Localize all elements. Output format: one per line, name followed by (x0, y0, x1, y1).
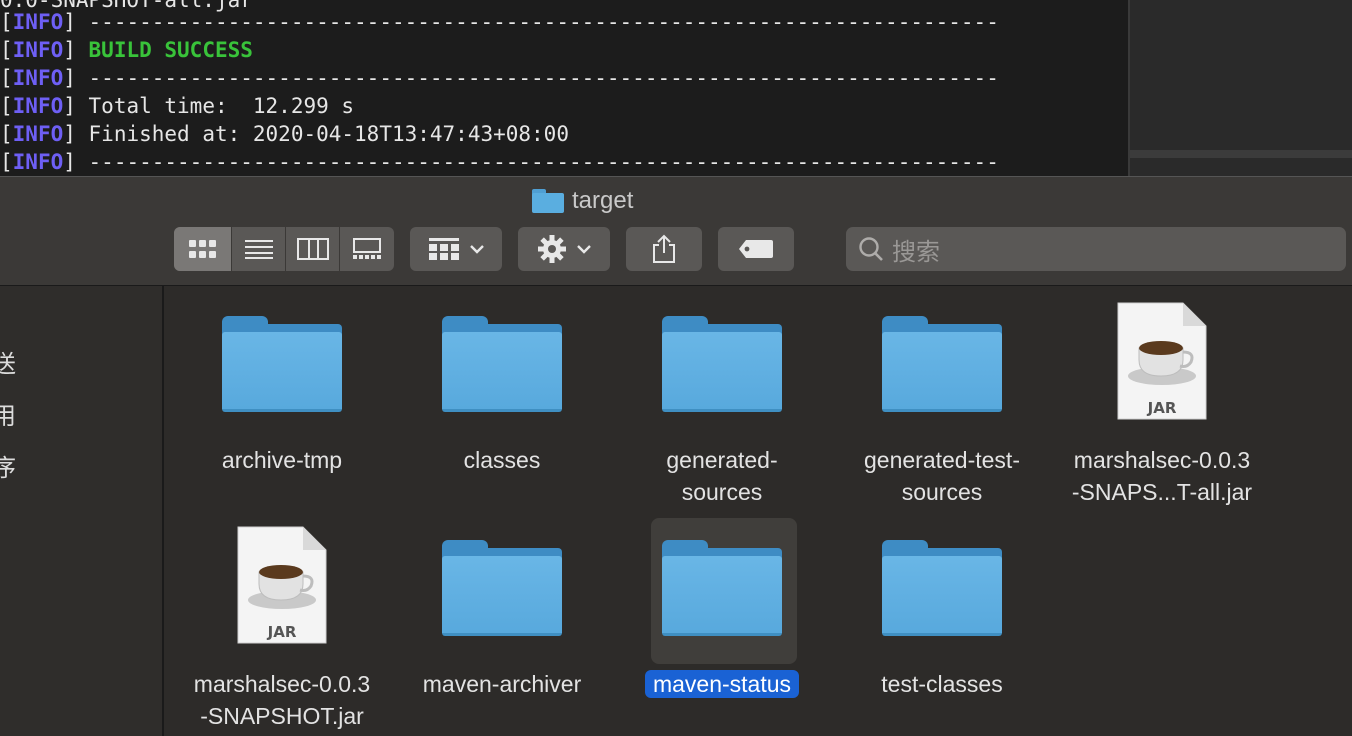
search-placeholder: 搜索 (892, 238, 940, 266)
file-name: generated- (666, 447, 778, 473)
file-grid: archive-tmp classes generated- sources g… (166, 286, 1352, 736)
gallery-view-icon (353, 238, 381, 259)
terminal-line: [INFO] BUILD SUCCESS (0, 38, 253, 62)
folder-icon (882, 316, 1002, 412)
file-item-marshalsec-all-jar[interactable]: JAR marshalsec-0.0.3 -SNAPS...T-all.jar (1052, 302, 1272, 512)
terminal-line: [INFO] ---------------------------------… (0, 150, 999, 174)
share-icon (653, 234, 675, 263)
tag-icon (739, 240, 773, 258)
finder-toolbar: target 搜索 (0, 176, 1352, 286)
file-name: archive-tmp (221, 447, 343, 473)
build-success-text: BUILD SUCCESS (88, 38, 253, 62)
sidebar-item[interactable]: 序 (0, 448, 16, 483)
java-jar-icon: JAR (1117, 302, 1207, 420)
jar-badge: JAR (267, 623, 297, 641)
tags-button[interactable] (718, 227, 794, 271)
terminal-line: [INFO] Finished at: 2020-04-18T13:47:43+… (0, 122, 569, 146)
file-item-maven-status[interactable]: maven-status (612, 540, 832, 730)
sidebar-item[interactable]: 送 (0, 344, 16, 379)
file-item-maven-archiver[interactable]: maven-archiver (392, 540, 612, 730)
finder-window: target 搜索 送 用 序 archive-tmp classes gene… (0, 176, 1352, 736)
group-by-icon (429, 238, 459, 260)
action-menu-button[interactable] (518, 227, 610, 271)
sidebar-item[interactable]: 用 (0, 396, 16, 431)
file-name: test-classes (881, 671, 1003, 697)
icon-view-button[interactable] (174, 227, 232, 271)
list-view-button[interactable] (232, 227, 286, 271)
icon-view-icon (188, 240, 216, 258)
search-field[interactable]: 搜索 (846, 227, 1346, 271)
window-title-text: target (572, 187, 634, 214)
file-name: marshalsec-0.0.3 (193, 671, 371, 697)
share-button[interactable] (626, 227, 702, 271)
file-item-archive-tmp[interactable]: archive-tmp (172, 316, 392, 516)
view-mode-control (174, 227, 394, 271)
gear-icon (538, 235, 566, 263)
terminal-line: [INFO] ---------------------------------… (0, 10, 999, 34)
search-icon (859, 237, 883, 261)
finder-sidebar: 送 用 序 (0, 286, 164, 736)
file-name-selected: maven-status (612, 668, 832, 700)
jar-badge: JAR (1147, 399, 1177, 417)
file-item-marshalsec-jar[interactable]: JAR marshalsec-0.0.3 -SNAPSHOT.jar (172, 526, 392, 736)
background-window (1128, 0, 1352, 176)
file-name: classes (463, 447, 541, 473)
chevron-down-icon (470, 245, 484, 254)
file-name: maven-archiver (422, 671, 582, 697)
file-name-line2: sources (681, 479, 763, 505)
column-view-button[interactable] (286, 227, 340, 271)
folder-icon (442, 316, 562, 412)
group-by-button[interactable] (410, 227, 502, 271)
file-name-line2: sources (901, 479, 983, 505)
list-view-icon (244, 240, 273, 259)
file-name: generated-test- (864, 447, 1020, 473)
java-jar-icon: JAR (237, 526, 327, 644)
file-item-generated-test-sources[interactable]: generated-test- sources (832, 316, 1052, 516)
folder-icon (532, 189, 564, 213)
window-title: target (532, 185, 633, 217)
terminal-line: [INFO] Total time: 12.299 s (0, 94, 355, 118)
terminal-line: [INFO] ---------------------------------… (0, 66, 999, 90)
file-name-line2: -SNAPSHOT.jar (200, 703, 364, 729)
gallery-view-button[interactable] (340, 227, 394, 271)
folder-icon (222, 316, 342, 412)
folder-icon (662, 540, 782, 636)
folder-icon (882, 540, 1002, 636)
chevron-down-icon (577, 245, 591, 254)
file-item-test-classes[interactable]: test-classes (832, 540, 1052, 730)
column-view-icon (296, 238, 329, 260)
terminal-window[interactable]: 0.0-SNAPSHOT-all.jar [INFO] ------------… (0, 0, 1128, 176)
folder-icon (662, 316, 782, 412)
file-name: marshalsec-0.0.3 (1073, 447, 1251, 473)
file-item-classes[interactable]: classes (392, 316, 612, 516)
file-item-generated-sources[interactable]: generated- sources (612, 316, 832, 516)
folder-icon (442, 540, 562, 636)
file-name-line2: -SNAPS...T-all.jar (1071, 479, 1253, 505)
